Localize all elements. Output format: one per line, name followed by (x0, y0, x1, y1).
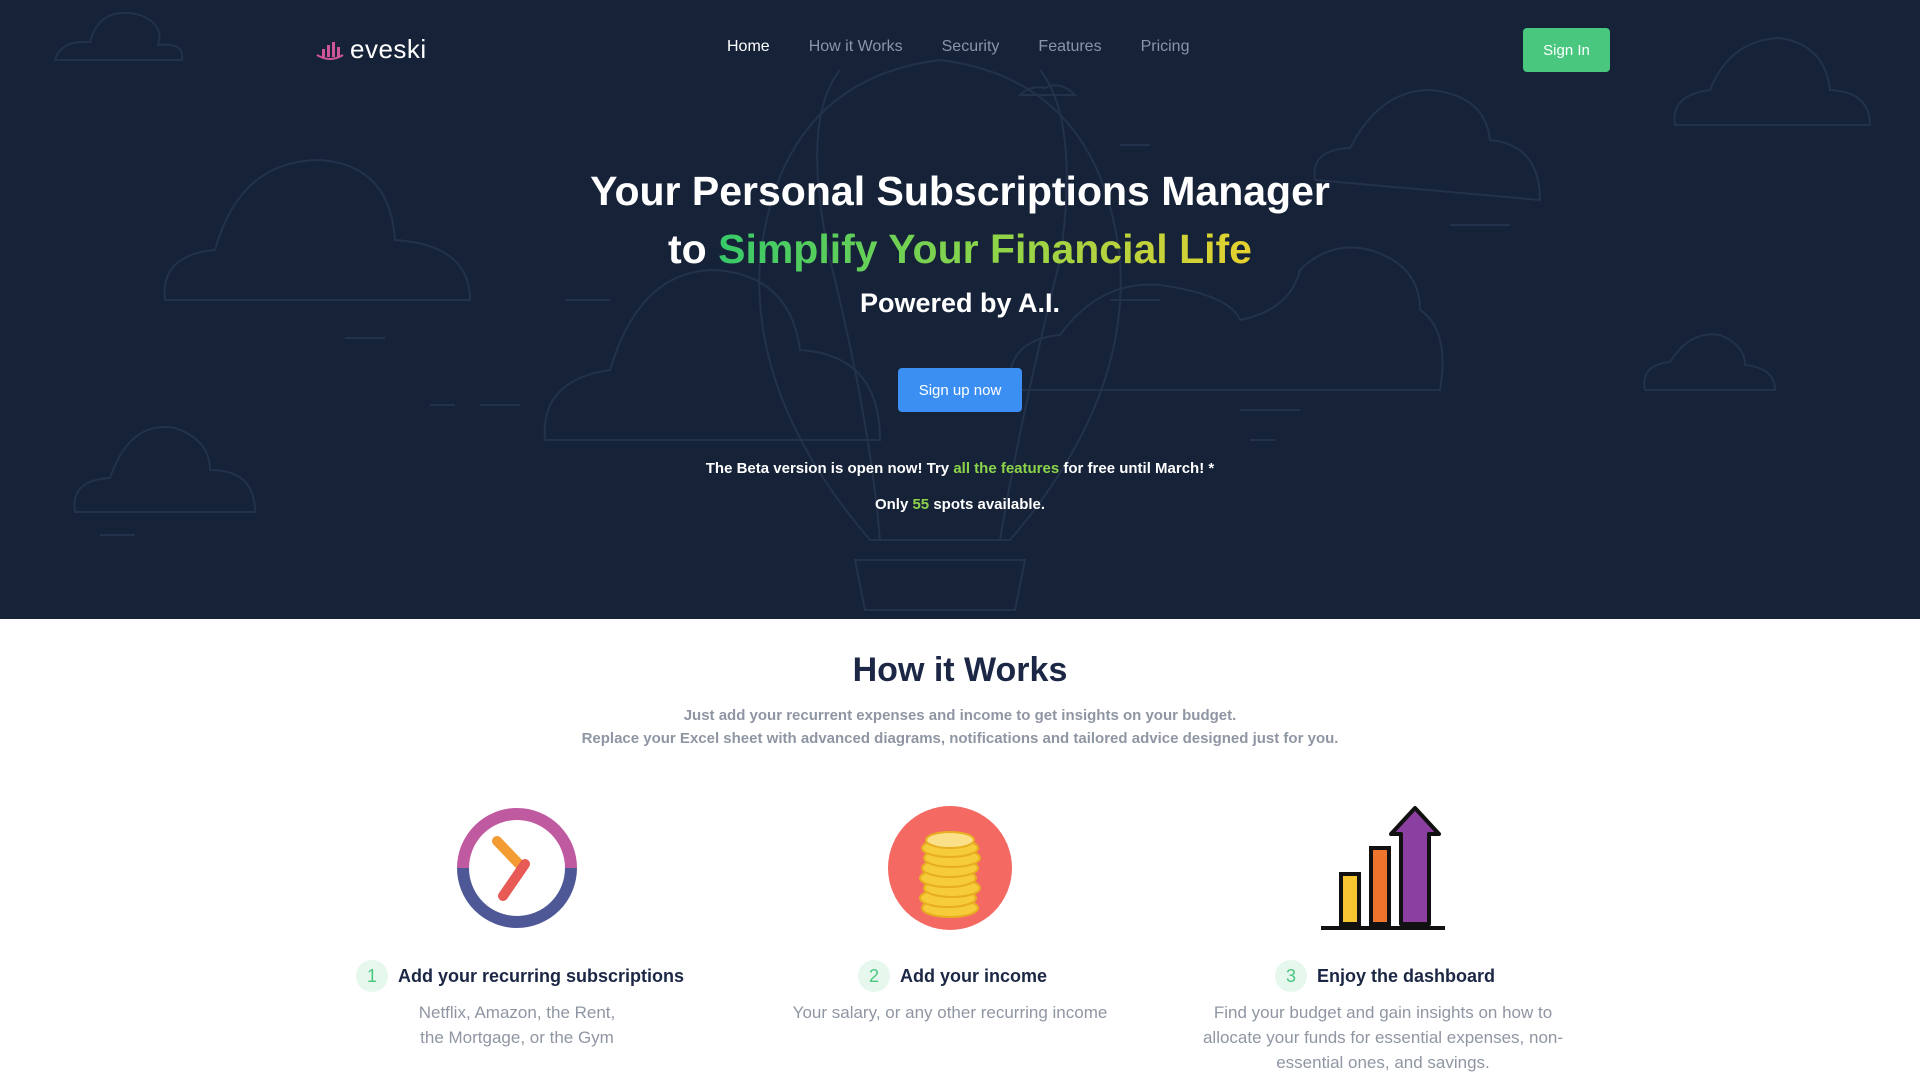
clock-icon (457, 808, 577, 928)
step-header-2: 2 Add your income (858, 960, 1047, 992)
beta-prefix: The Beta version is open now! Try (705, 460, 954, 477)
nav-link-security[interactable]: Security (942, 38, 1000, 56)
how-it-works-title: How it Works (852, 651, 1068, 689)
spots-notice: Only 55 spots available. (0, 496, 1920, 513)
how-it-works-section: How it Works Just add your recurrent exp… (0, 619, 1920, 1080)
step-description-2: Your salary, or any other recurring inco… (730, 1000, 1170, 1025)
step-number-3: 3 (1275, 960, 1307, 992)
hero-subtitle: Powered by A.I. (859, 288, 1061, 318)
nav-link-how-it-works[interactable]: How it Works (809, 38, 903, 56)
hero-title-line2: to Simplify Your Financial Life (0, 226, 1920, 273)
spots-suffix: spots available. (929, 496, 1046, 513)
step-description-3-line3: essential ones, and savings. (1276, 1053, 1490, 1072)
brand-logo[interactable]: eveski (316, 34, 427, 65)
step-description-1: Netflix, Amazon, the Rent, the Mortgage,… (297, 1000, 737, 1050)
sign-in-button[interactable]: Sign In (1523, 28, 1610, 72)
step-header-3: 3 Enjoy the dashboard (1275, 960, 1495, 992)
sign-up-button[interactable]: Sign up now (898, 368, 1022, 412)
bar-chart-logo-icon (316, 41, 344, 60)
step-header-1: 1 Add your recurring subscriptions (356, 960, 684, 992)
hero-title-highlight: Simplify Your Financial Life (718, 226, 1252, 272)
beta-features-link[interactable]: all the features (953, 460, 1059, 477)
step-description-3-line1: Find your budget and gain insights on ho… (1213, 1003, 1553, 1022)
nav-link-home[interactable]: Home (727, 38, 770, 56)
how-it-works-subtitle-line2: Replace your Excel sheet with advanced d… (581, 730, 1339, 747)
brand-name: eveski (350, 34, 427, 64)
step-title-3: Enjoy the dashboard (1317, 965, 1496, 986)
beta-suffix: for free until March! * (1059, 460, 1215, 477)
step-description-2-line1: Your salary, or any other recurring inco… (792, 1003, 1108, 1022)
spots-count: 55 (912, 496, 930, 513)
top-navigation: eveski Home How it Works Security Featur… (0, 0, 1920, 100)
step-description-1-line1: Netflix, Amazon, the Rent, (418, 1003, 616, 1022)
hero-title-prefix: to (668, 226, 719, 272)
step-number-2: 2 (858, 960, 890, 992)
nav-link-pricing[interactable]: Pricing (1141, 38, 1190, 56)
beta-notice: The Beta version is open now! Try all th… (0, 460, 1920, 477)
growth-chart-icon (1321, 806, 1445, 930)
step-number-1: 1 (356, 960, 388, 992)
hero-section: eveski Home How it Works Security Featur… (0, 0, 1920, 619)
nav-link-features[interactable]: Features (1038, 38, 1101, 56)
step-title-1: Add your recurring subscriptions (398, 965, 685, 986)
step-description-1-line2: the Mortgage, or the Gym (420, 1028, 614, 1047)
nav-links: Home How it Works Security Features Pric… (727, 38, 1228, 56)
spots-prefix: Only (874, 496, 913, 513)
coins-icon (888, 806, 1012, 930)
step-title-2: Add your income (900, 965, 1048, 986)
step-description-3: Find your budget and gain insights on ho… (1163, 1000, 1603, 1075)
how-it-works-subtitle-line1: Just add your recurrent expenses and inc… (683, 707, 1237, 724)
step-description-3-line2: allocate your funds for essential expens… (1202, 1028, 1564, 1047)
hero-title-line1: Your Personal Subscriptions Manager (590, 168, 1330, 214)
